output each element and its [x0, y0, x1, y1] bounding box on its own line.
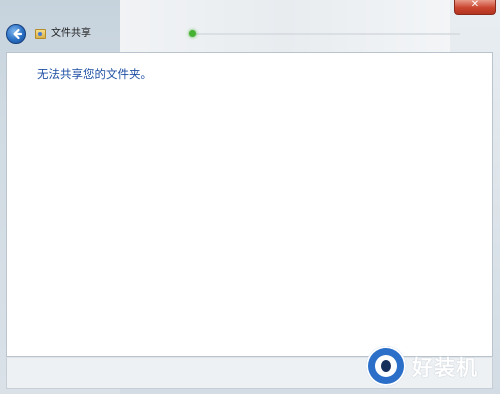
back-button[interactable]	[6, 24, 26, 44]
network-folder-icon	[35, 29, 46, 39]
close-icon: ✕	[470, 0, 480, 10]
watermark-text: 好装机	[412, 356, 478, 380]
error-message: 无法共享您的文件夹。	[37, 67, 152, 81]
content-panel: 无法共享您的文件夹。	[6, 52, 493, 357]
window-title: 文件共享	[51, 28, 91, 39]
close-button[interactable]: ✕	[454, 0, 496, 15]
progress-track	[190, 33, 460, 35]
frame-top-blur	[120, 0, 450, 52]
progress-indicator	[189, 30, 196, 37]
window-frame: ✕ 文件共享 无法共享您的文件夹。 好装机	[0, 0, 500, 394]
logo-icon	[366, 346, 406, 386]
back-arrow-icon	[13, 28, 23, 40]
